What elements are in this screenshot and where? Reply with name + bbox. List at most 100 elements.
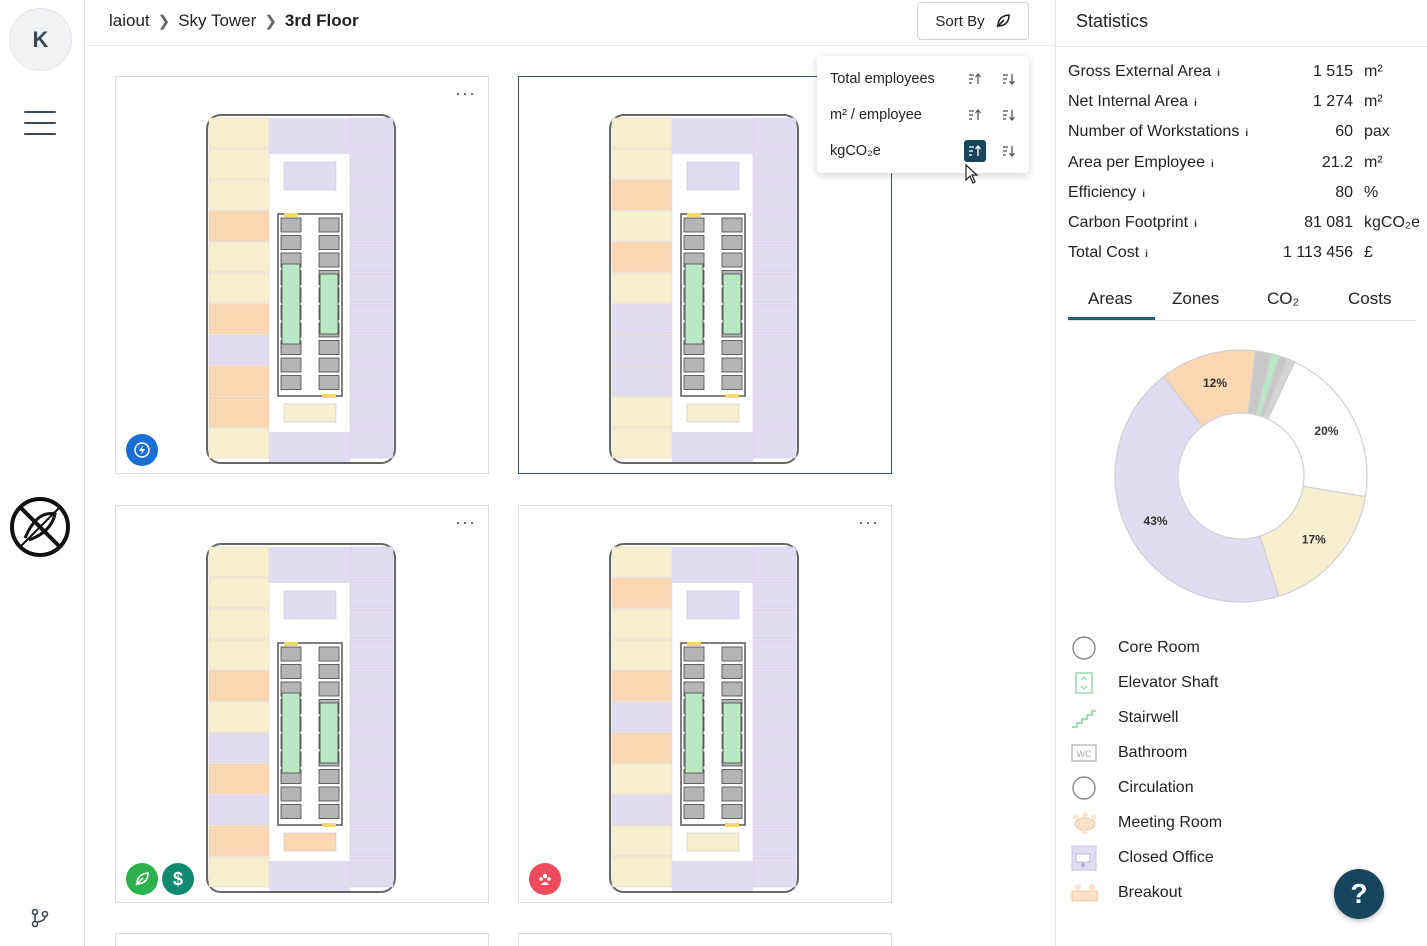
cost-badge-icon: $ (162, 863, 194, 895)
tab-costs[interactable]: Costs (1348, 289, 1391, 309)
sort-by-label: Sort By (935, 12, 985, 30)
pie-slice-label: 12% (1203, 376, 1227, 390)
mouse-cursor-icon (965, 164, 979, 184)
hamburger-menu-icon[interactable] (24, 111, 56, 139)
sort-option-carbon[interactable]: kgCO₂e (830, 139, 1020, 163)
areas-donut-chart: 20% 17% 43% 12% (1114, 349, 1368, 603)
legend-label: Closed Office (1118, 849, 1214, 866)
stat-unit: m² (1364, 63, 1383, 80)
branch-icon[interactable] (31, 908, 49, 928)
sort-ascending-icon[interactable] (964, 104, 986, 126)
stat-unit: pax (1364, 123, 1390, 140)
stat-value: 21.2 (1321, 154, 1353, 171)
floor-plan-card[interactable]: ··· (115, 76, 489, 474)
legend-label: Circulation (1118, 779, 1194, 796)
chevron-right-icon: ❯ (157, 13, 171, 30)
floor-plan-card[interactable] (518, 933, 892, 946)
floor-plan-card[interactable]: ··· $ (115, 505, 489, 903)
card-menu-icon[interactable]: ··· (858, 512, 879, 533)
stat-row: Total Cost i 1 113 456 £ (1068, 244, 1423, 266)
sort-by-button[interactable]: Sort By (917, 2, 1029, 40)
info-icon[interactable]: i (1194, 219, 1197, 230)
top-bar: laiout ❯ Sky Tower ❯ 3rd Floor Sort By (85, 0, 1055, 46)
stat-label: Carbon Footprint (1068, 214, 1189, 231)
people-badge-icon (529, 863, 561, 895)
stat-label: Number of Workstations (1068, 123, 1240, 140)
info-icon[interactable]: i (1217, 68, 1220, 79)
floor-plan-card[interactable]: ··· (518, 505, 892, 903)
sort-descending-icon[interactable] (998, 68, 1020, 90)
pie-slice-label: 43% (1144, 514, 1168, 528)
stat-label: Gross External Area (1068, 63, 1212, 80)
bathroom-icon-text: WC (1077, 749, 1092, 759)
active-tab-indicator (1068, 317, 1155, 320)
info-icon[interactable]: i (1245, 128, 1248, 139)
breadcrumb-building[interactable]: Sky Tower (178, 11, 256, 31)
avatar[interactable]: K (9, 8, 72, 71)
floor-plan-card[interactable] (115, 933, 489, 946)
info-icon[interactable]: i (1211, 159, 1214, 170)
elevator-shaft-icon (1070, 670, 1098, 696)
sort-menu: Total employees m² / employee kgCO₂e (817, 56, 1029, 184)
sort-ascending-icon[interactable] (964, 68, 986, 90)
help-button[interactable]: ? (1334, 869, 1384, 919)
legend-label: Meeting Room (1118, 814, 1223, 831)
tab-co2[interactable]: CO₂ (1267, 289, 1299, 309)
legend-item-stairwell: Stairwell (1070, 705, 1320, 731)
sort-descending-icon[interactable] (998, 140, 1020, 162)
info-icon[interactable]: i (1194, 98, 1197, 109)
stat-label: Area per Employee (1068, 154, 1205, 171)
stat-value: 81 081 (1304, 214, 1353, 231)
stat-row: Number of Workstations i 60 pax (1068, 123, 1423, 145)
legend-item-circulation: Circulation (1070, 775, 1320, 801)
card-menu-icon[interactable]: ··· (455, 83, 476, 104)
legend-label: Stairwell (1118, 709, 1179, 726)
info-icon[interactable]: i (1145, 249, 1148, 260)
sort-ascending-icon[interactable] (964, 140, 986, 162)
stat-row: Carbon Footprint i 81 081 kgCO₂e (1068, 214, 1423, 236)
stat-value: 1 515 (1312, 63, 1353, 80)
legend-label: Elevator Shaft (1118, 674, 1219, 691)
stats-tabs: Areas Zones CO₂ Costs (1068, 286, 1416, 321)
stat-unit: m² (1364, 154, 1383, 171)
breadcrumb-floor: 3rd Floor (284, 11, 359, 30)
stat-row: Efficiency i 80 % (1068, 184, 1423, 206)
breakout-icon (1070, 880, 1098, 906)
sort-option-label: Total employees (830, 71, 935, 87)
pie-slice-label: 20% (1314, 424, 1338, 438)
stat-row: Gross External Area i 1 515 m² (1068, 63, 1423, 85)
legend-item-meeting-room: Meeting Room (1070, 810, 1320, 836)
sort-descending-icon[interactable] (998, 104, 1020, 126)
stat-label: Net Internal Area (1068, 93, 1189, 110)
legend-label: Core Room (1118, 639, 1200, 656)
no-carbon-icon[interactable] (9, 496, 71, 558)
breadcrumb-root[interactable]: laiout (109, 11, 150, 31)
stat-value: 1 274 (1312, 93, 1353, 110)
leaf-icon (996, 14, 1010, 28)
stat-unit: % (1364, 184, 1379, 201)
sort-option-label: m² / employee (830, 107, 922, 123)
legend-item-bathroom: WC Bathroom (1070, 740, 1320, 766)
tab-areas[interactable]: Areas (1088, 289, 1132, 309)
floor-plan (609, 543, 799, 893)
statistics-panel: Statistics Gross External Area i 1 515 m²… (1055, 0, 1427, 946)
tab-zones[interactable]: Zones (1172, 289, 1219, 309)
meeting-room-icon (1070, 810, 1098, 836)
info-icon[interactable]: i (1142, 189, 1145, 200)
divider (1056, 46, 1427, 47)
stat-row: Net Internal Area i 1 274 m² (1068, 93, 1423, 115)
legend-item-elevator-shaft: Elevator Shaft (1070, 670, 1320, 696)
legend-label: Breakout (1118, 884, 1183, 901)
sort-option-total-employees[interactable]: Total employees (830, 67, 1020, 91)
stat-label: Efficiency (1068, 184, 1137, 201)
panel-title: Statistics (1076, 11, 1149, 31)
stairwell-icon (1070, 705, 1098, 731)
card-menu-icon[interactable]: ··· (455, 512, 476, 533)
floor-plan (609, 114, 799, 464)
stat-unit: £ (1364, 244, 1373, 261)
circulation-icon (1070, 775, 1098, 801)
chevron-right-icon: ❯ (264, 13, 277, 30)
legend-item-breakout: Breakout (1070, 880, 1320, 906)
stat-label: Total Cost (1068, 244, 1140, 261)
sort-option-area-per-employee[interactable]: m² / employee (830, 103, 1020, 127)
